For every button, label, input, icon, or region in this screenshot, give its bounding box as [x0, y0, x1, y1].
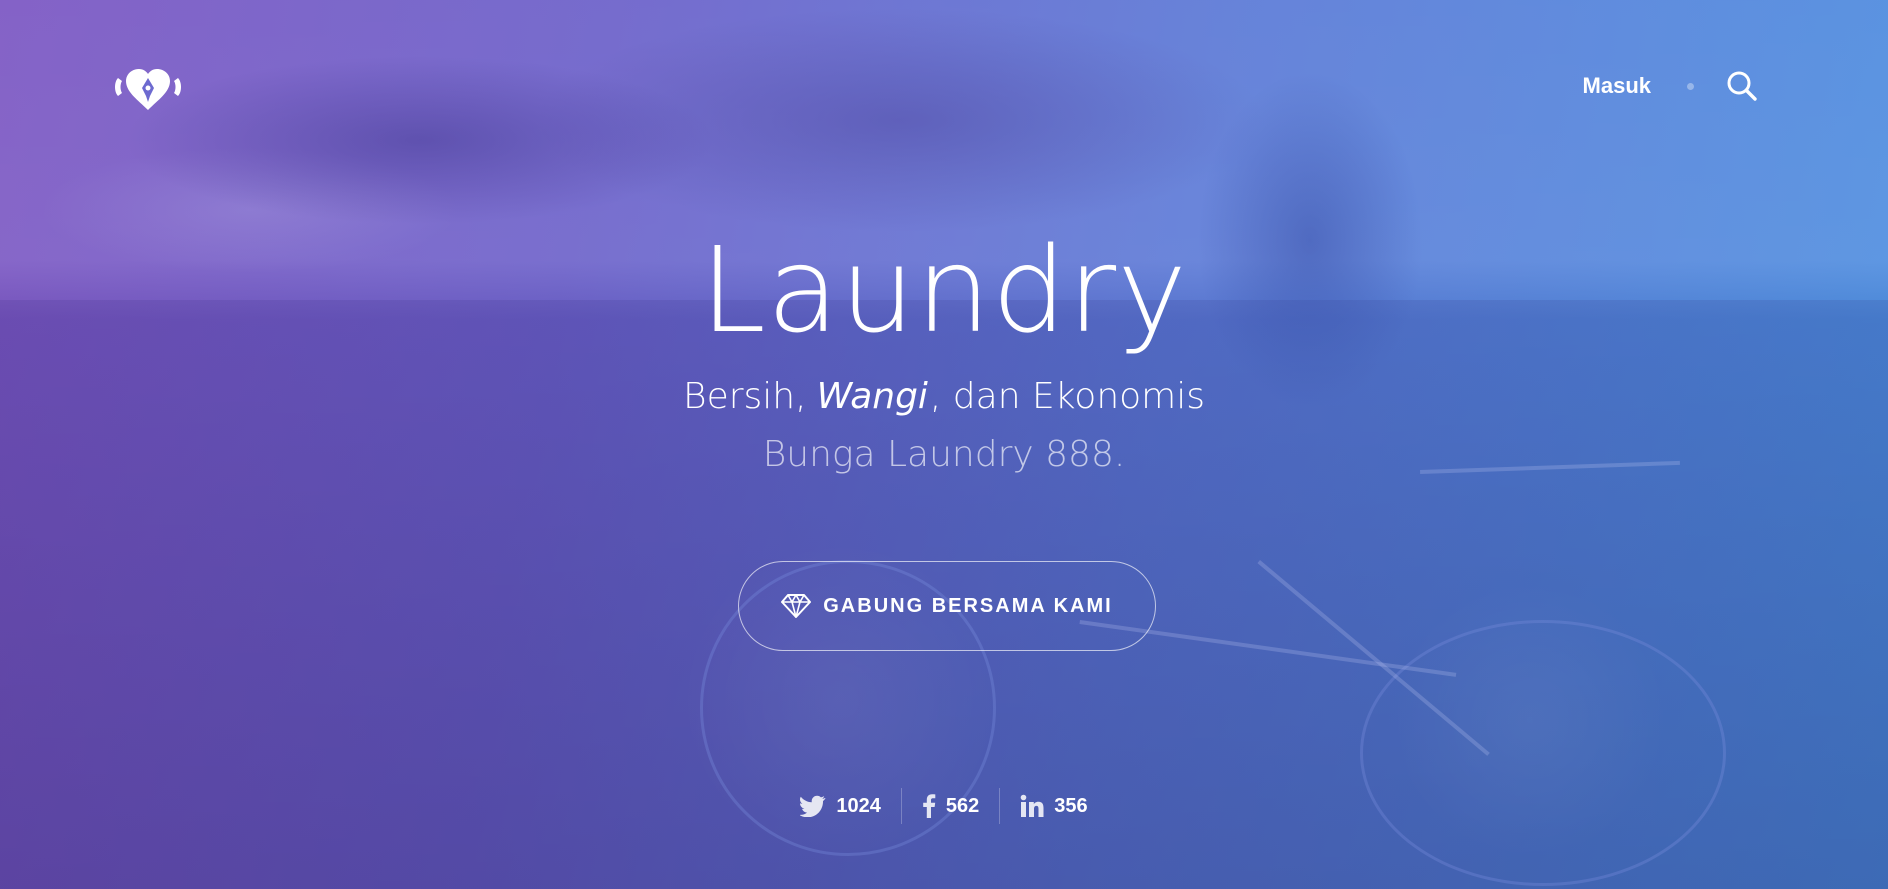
- hero-subtitle: Bunga Laundry 888.: [762, 434, 1126, 475]
- search-button[interactable]: [1724, 68, 1760, 104]
- tagline-part-2: , dan Ekonomis: [929, 376, 1205, 417]
- top-nav: Masuk: [1583, 66, 1760, 106]
- nav-separator-dot: [1687, 82, 1694, 90]
- bike-tube-decor: [1257, 560, 1490, 756]
- tagline-part-1: Bersih,: [683, 376, 807, 417]
- diamond-icon: [781, 594, 812, 618]
- search-icon: [1727, 71, 1757, 101]
- join-us-label: GABUNG BERSAMA KAMI: [823, 594, 1113, 617]
- join-us-button[interactable]: GABUNG BERSAMA KAMI: [738, 561, 1156, 651]
- hero-section: Masuk Laundry Bersih, Wangi, dan Ekonomis…: [0, 0, 1888, 889]
- bike-rear-wheel-decor: [1360, 620, 1726, 886]
- facebook-share[interactable]: 562: [902, 786, 999, 826]
- linkedin-share[interactable]: 356: [1000, 786, 1107, 826]
- hero-title: Laundry: [700, 221, 1188, 359]
- linkedin-icon: [1020, 794, 1044, 817]
- tagline-emphasis: Wangi: [816, 376, 928, 417]
- hero-content: Laundry Bersih, Wangi, dan Ekonomis Bunga…: [0, 220, 1888, 480]
- twitter-count: 1024: [836, 794, 881, 817]
- twitter-share[interactable]: 1024: [780, 786, 901, 826]
- social-share-bar: 1024 562 356: [0, 786, 1888, 826]
- brand-logo[interactable]: [112, 66, 184, 112]
- linkedin-count: 356: [1054, 794, 1088, 817]
- facebook-icon: [923, 794, 936, 818]
- login-link[interactable]: Masuk: [1583, 73, 1651, 99]
- twitter-icon: [800, 795, 826, 817]
- heart-pen-logo-icon: [115, 69, 181, 110]
- facebook-count: 562: [945, 794, 980, 817]
- hero-tagline: Bersih, Wangi, dan Ekonomis: [0, 372, 1888, 422]
